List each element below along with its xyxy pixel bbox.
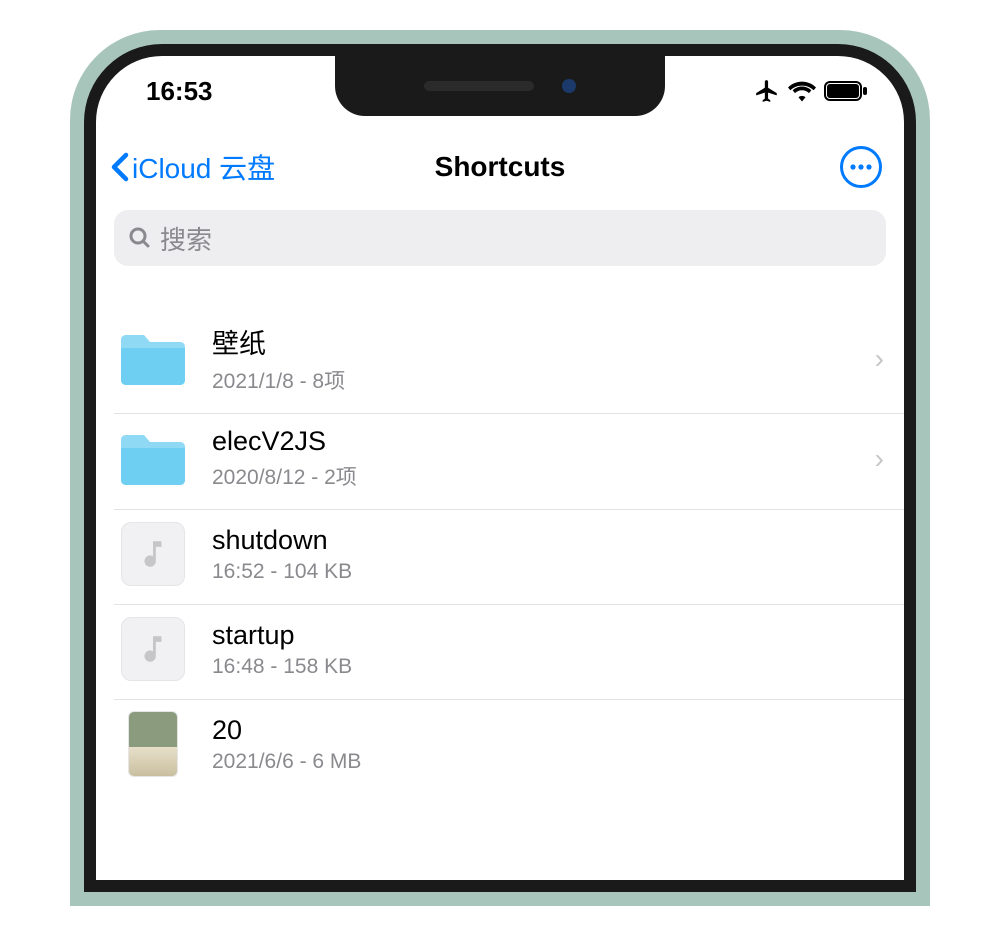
wifi-icon [788,80,816,102]
phone-notch [335,56,665,116]
item-meta: 16:48 - 158 KB [212,655,884,679]
item-meta: 2021/6/6 - 6 MB [212,750,884,774]
more-button[interactable] [840,146,882,188]
item-name: shutdown [212,525,884,556]
ellipsis-icon [850,164,872,170]
list-item-file[interactable]: 20 2021/6/6 - 6 MB [114,700,904,794]
music-file-icon [121,617,185,681]
airplane-mode-icon [754,78,780,104]
chevron-left-icon [110,152,130,182]
music-file-icon [121,522,185,586]
file-list: 壁纸 2021/1/8 - 8项 › elecV2JS 2020/8/12 - … [96,280,904,794]
item-name: 20 [212,715,884,746]
chevron-right-icon: › [875,343,884,375]
folder-icon [117,432,189,486]
folder-icon [117,332,189,386]
phone-frame: 16:53 iCloud 云盘 Shortcuts [70,30,930,906]
image-thumbnail-icon [128,711,178,777]
list-item-file[interactable]: startup 16:48 - 158 KB [114,605,904,700]
status-time: 16:53 [146,76,213,107]
item-meta: 2021/1/8 - 8项 [212,365,855,395]
search-icon [128,226,152,250]
search-input[interactable]: 搜索 [114,210,886,266]
item-meta: 2020/8/12 - 2项 [212,461,855,491]
back-button[interactable]: iCloud 云盘 [110,147,275,187]
screen: 16:53 iCloud 云盘 Shortcuts [96,56,904,880]
back-label: iCloud 云盘 [132,147,275,187]
item-name: startup [212,620,884,651]
item-name: 壁纸 [212,322,855,361]
search-placeholder: 搜索 [160,220,212,257]
list-item-file[interactable]: shutdown 16:52 - 104 KB [114,510,904,605]
nav-bar: iCloud 云盘 Shortcuts [96,126,904,206]
item-name: elecV2JS [212,426,855,457]
battery-icon [824,80,868,102]
chevron-right-icon: › [875,443,884,475]
list-item-folder[interactable]: elecV2JS 2020/8/12 - 2项 › [114,414,904,510]
item-meta: 16:52 - 104 KB [212,560,884,584]
list-item-folder[interactable]: 壁纸 2021/1/8 - 8项 › [114,310,904,414]
